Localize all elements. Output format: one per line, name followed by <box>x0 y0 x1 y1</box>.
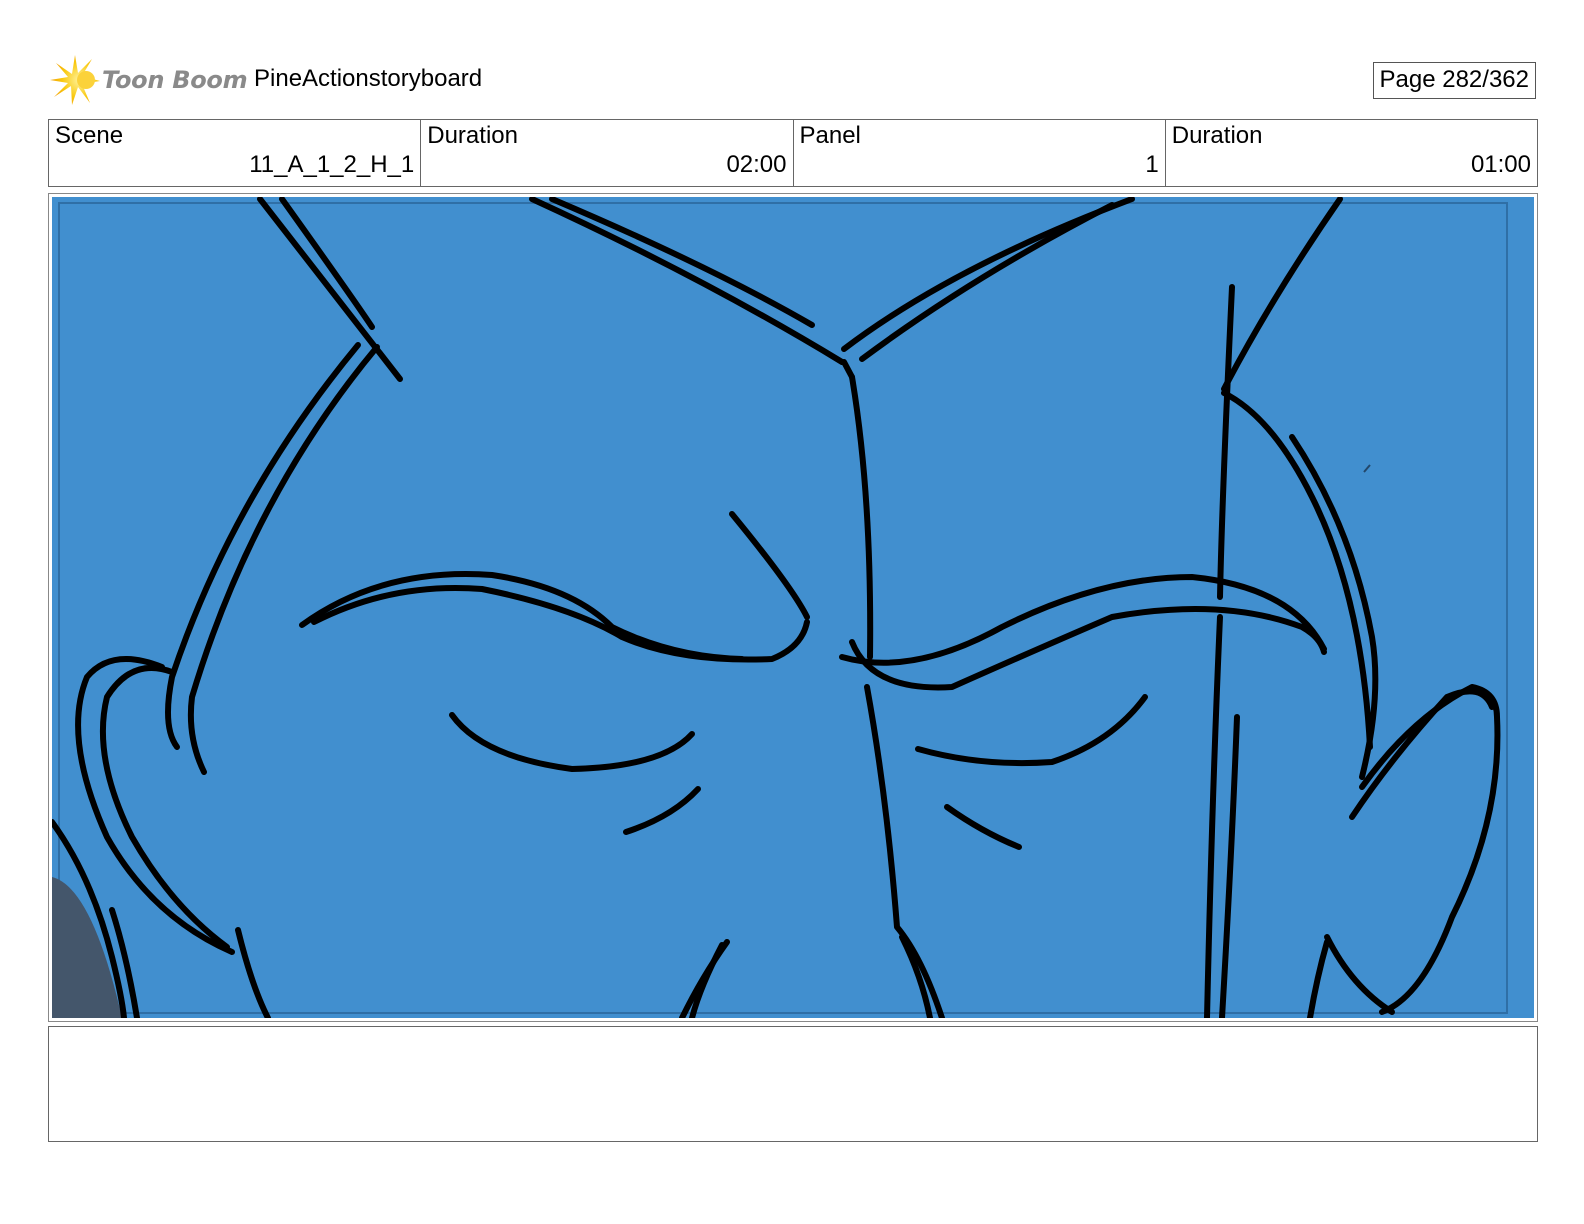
scene-label: Scene <box>55 122 124 149</box>
notes-area <box>48 1026 1538 1142</box>
scene-info-table: Scene 11_A_1_2_H_1 Duration 02:00 Panel … <box>48 119 1538 187</box>
project-title: PineActionstoryboard <box>254 65 483 92</box>
panel-cell: Panel 1 <box>794 120 1166 186</box>
scene-duration-value: 02:00 <box>726 151 787 178</box>
panel-background <box>52 197 1534 1018</box>
panel-duration-cell: Duration 01:00 <box>1166 120 1537 186</box>
storyboard-panel <box>48 193 1538 1022</box>
scene-duration-label: Duration <box>427 122 518 149</box>
brand-name: Toon Boom <box>102 66 248 94</box>
toon-boom-logo: Toon Boom <box>48 52 248 108</box>
panel-duration-value: 01:00 <box>1470 151 1531 178</box>
scene-duration-cell: Duration 02:00 <box>421 120 794 186</box>
starburst-icon <box>50 55 100 105</box>
panel-drawing <box>52 197 1534 1018</box>
panel-duration-label: Duration <box>1171 122 1263 149</box>
page-number: Page 282/362 <box>1372 62 1536 99</box>
panel-value: 1 <box>1145 151 1159 178</box>
scene-cell: Scene 11_A_1_2_H_1 <box>49 120 422 186</box>
page-header: Toon Boom PineActionstoryboard Page 282/… <box>48 52 1538 108</box>
scene-value: 11_A_1_2_H_1 <box>249 151 415 178</box>
panel-label: Panel <box>799 122 861 149</box>
